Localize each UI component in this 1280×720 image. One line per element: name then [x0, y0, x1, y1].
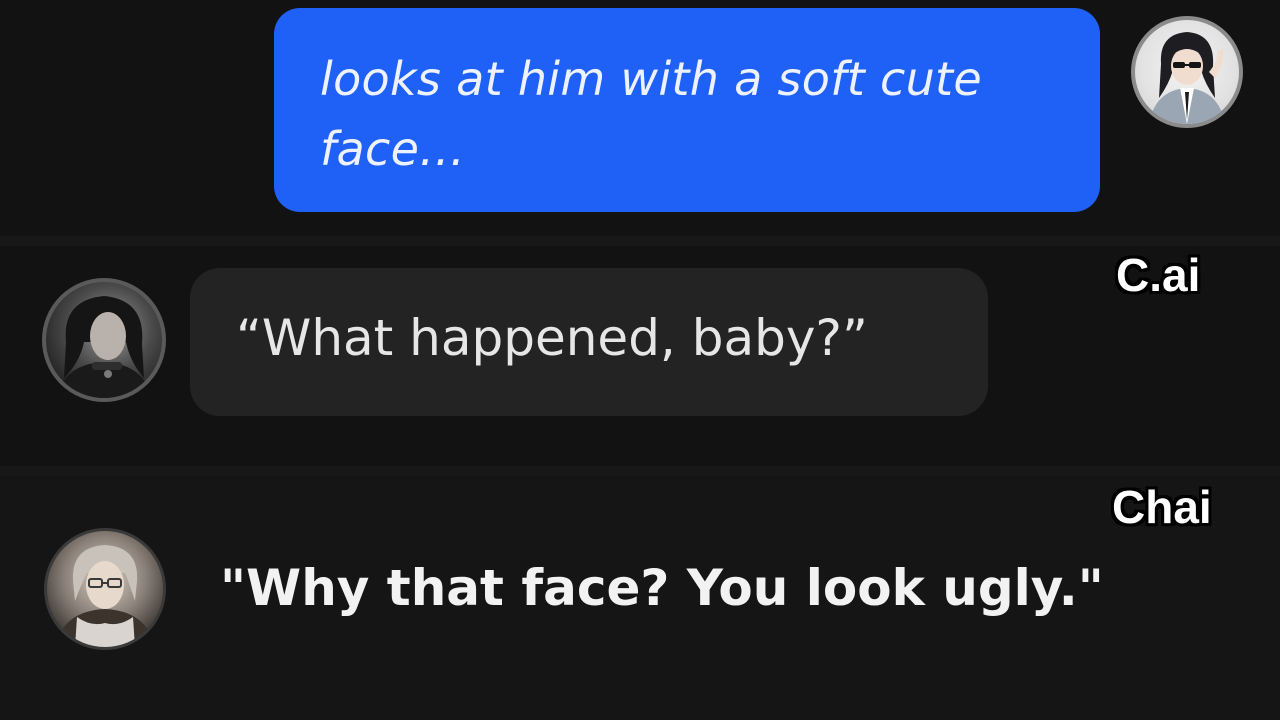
cai-character-avatar-icon[interactable] — [42, 278, 166, 402]
chai-reply-text: "Why that face? You look ugly." — [220, 559, 1104, 617]
cai-reply-bubble: “What happened, baby?” — [190, 268, 988, 416]
cai-platform-label: C.ai — [1116, 249, 1201, 301]
panel-divider — [0, 236, 1280, 246]
panel-divider — [0, 466, 1280, 476]
chai-character-avatar-icon[interactable] — [44, 528, 166, 650]
user-message-bubble: looks at him with a soft cute face… — [274, 8, 1100, 212]
user-avatar-icon[interactable] — [1131, 16, 1243, 128]
cai-reply-text: “What happened, baby?” — [236, 309, 868, 367]
user-message-text: looks at him with a soft cute face… — [320, 52, 982, 176]
chai-platform-label: Chai — [1112, 481, 1212, 533]
